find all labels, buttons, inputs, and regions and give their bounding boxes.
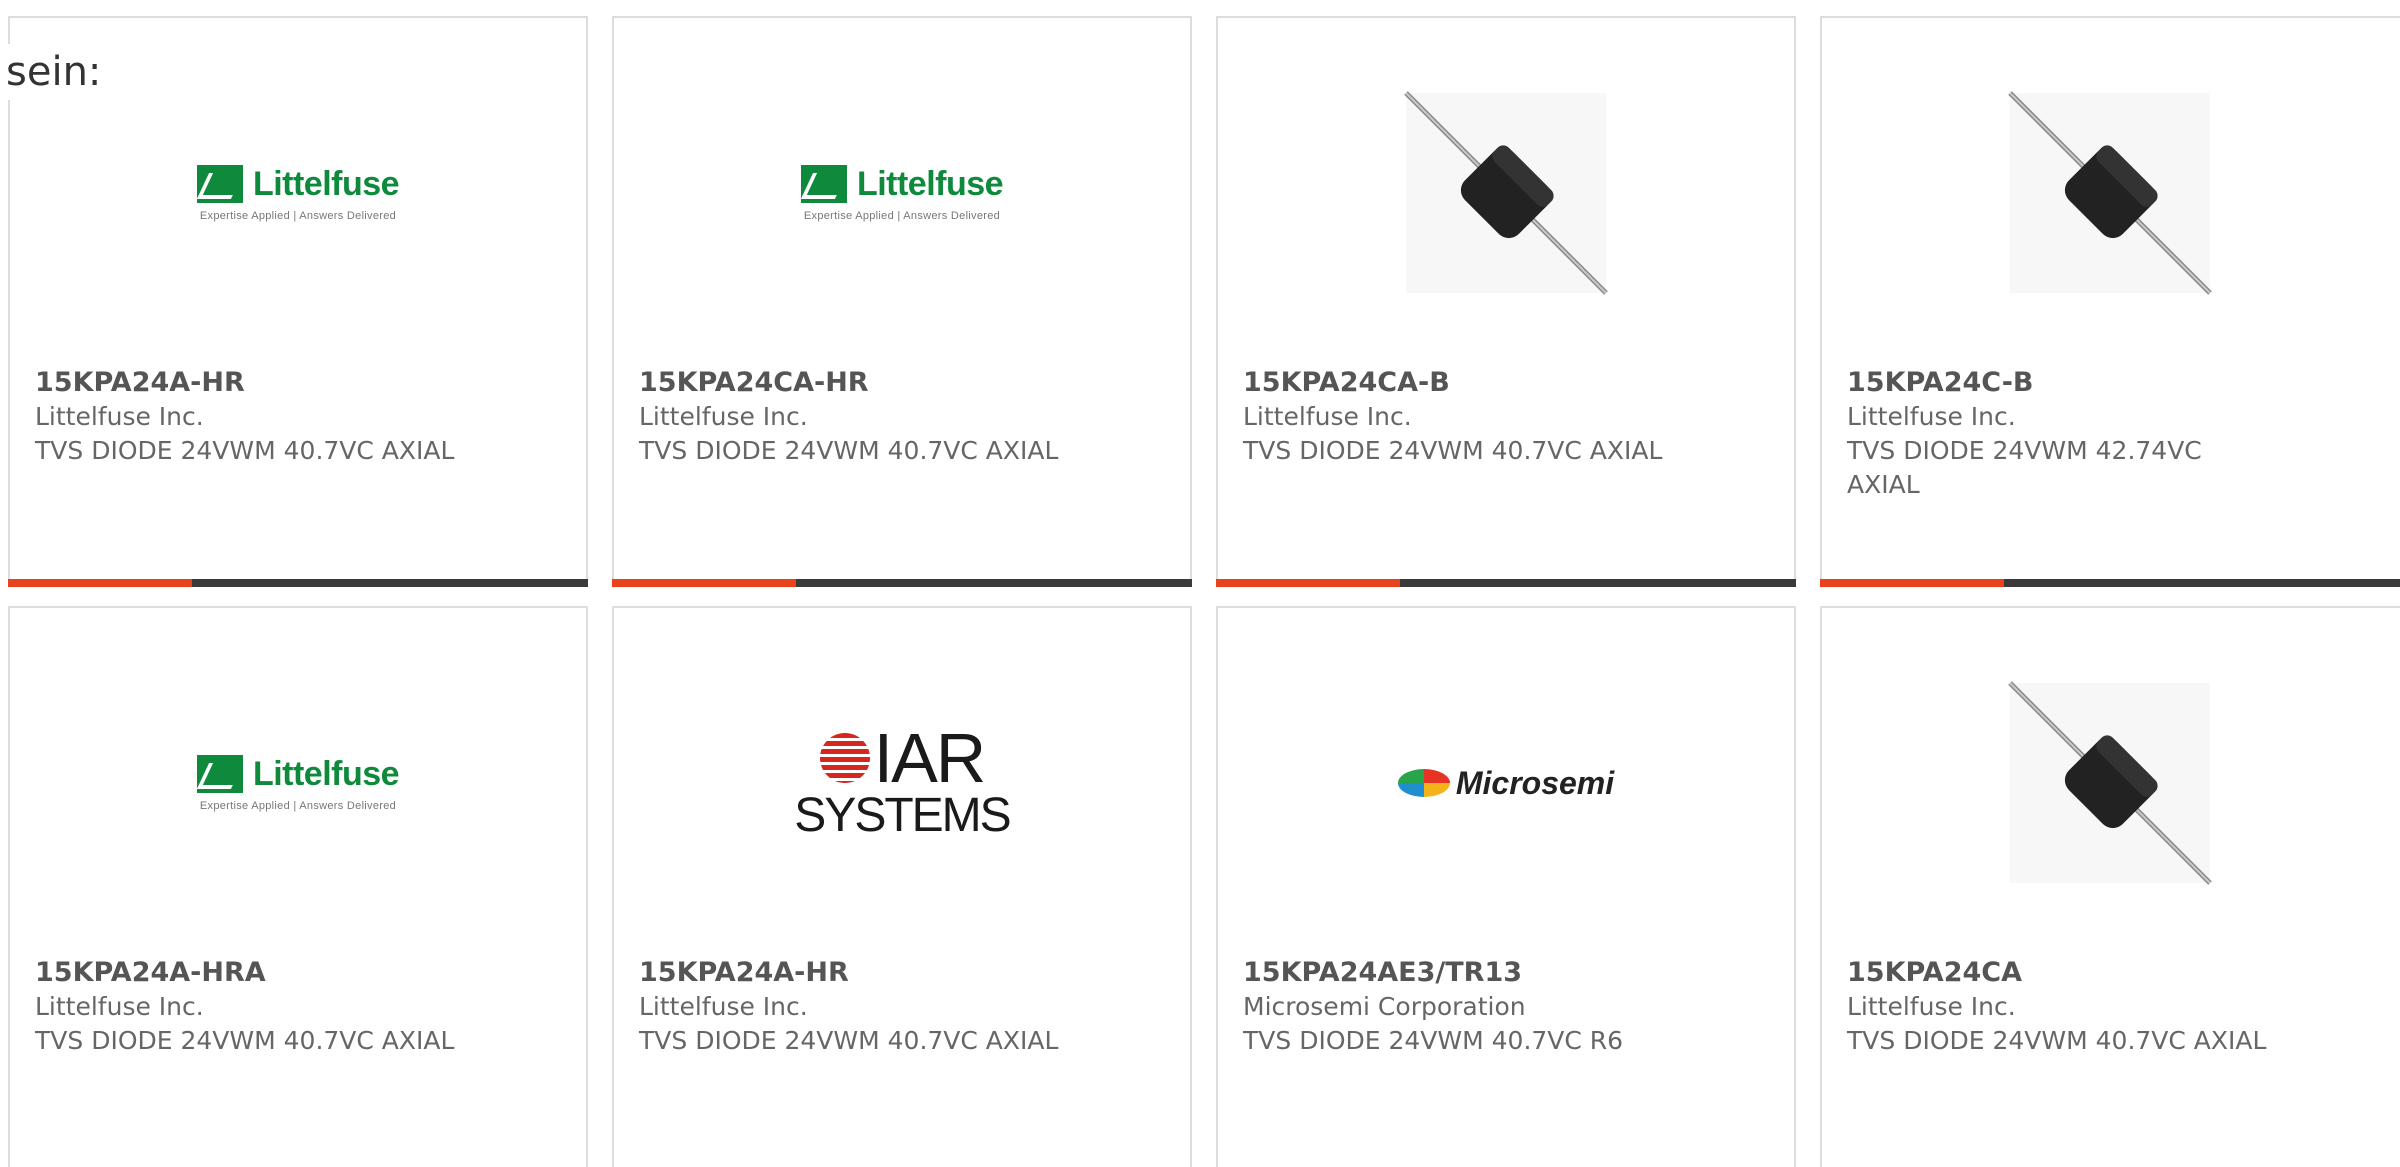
littelfuse-logo: Littelfuse Expertise Applied | Answers D… <box>196 755 400 812</box>
manufacturer: Littelfuse Inc. <box>1847 402 2016 431</box>
product-image[interactable]: Microsemi <box>1218 658 1794 908</box>
part-number-link[interactable]: 15KPA24C-B <box>1847 366 2277 400</box>
part-number-link[interactable]: 15KPA24CA-HR <box>639 366 1069 400</box>
card-bottom-bar <box>1820 579 2400 587</box>
manufacturer: Littelfuse Inc. <box>35 402 204 431</box>
card-bottom-bar <box>1216 579 1796 587</box>
iar-mark-icon <box>819 733 870 783</box>
product-image[interactable] <box>1822 68 2398 318</box>
part-number-link[interactable]: 15KPA24CA-B <box>1243 366 1673 400</box>
axial-diode-image <box>1404 91 1608 295</box>
microsemi-swirl-icon <box>1397 769 1450 797</box>
description: TVS DIODE 24VWM 40.7VC AXIAL <box>639 1026 1059 1055</box>
manufacturer: Littelfuse Inc. <box>1243 402 1412 431</box>
description: TVS DIODE 24VWM 40.7VC AXIAL <box>35 436 455 465</box>
littelfuse-logo: Littelfuse Expertise Applied | Answers D… <box>196 165 400 222</box>
product-image[interactable] <box>1218 68 1794 318</box>
product-card[interactable]: IAR SYSTEMS 15KPA24A-HR Littelfuse Inc. … <box>612 606 1192 1167</box>
product-card[interactable]: Littelfuse Expertise Applied | Answers D… <box>8 606 588 1167</box>
product-card[interactable]: 15KPA24C-B Littelfuse Inc. TVS DIODE 24V… <box>1820 16 2400 587</box>
part-number-link[interactable]: 15KPA24CA <box>1847 956 2277 990</box>
part-number-link[interactable]: 15KPA24A-HRA <box>35 956 465 990</box>
product-image[interactable]: Littelfuse Expertise Applied | Answers D… <box>10 658 586 908</box>
card-accent-bar <box>1820 579 2004 587</box>
part-number-link[interactable]: 15KPA24A-HR <box>35 366 465 400</box>
product-image[interactable] <box>1822 658 2398 908</box>
manufacturer: Littelfuse Inc. <box>1847 992 2016 1021</box>
part-number-link[interactable]: 15KPA24AE3/TR13 <box>1243 956 1673 990</box>
littelfuse-mark-icon <box>800 165 847 203</box>
card-bottom-bar <box>8 579 588 587</box>
product-image[interactable]: IAR SYSTEMS <box>614 658 1190 908</box>
description: TVS DIODE 24VWM 40.7VC AXIAL <box>1243 436 1663 465</box>
manufacturer: Littelfuse Inc. <box>35 992 204 1021</box>
description: TVS DIODE 24VWM 40.7VC AXIAL <box>1847 1026 2267 1055</box>
product-card[interactable]: Littelfuse Expertise Applied | Answers D… <box>8 16 588 587</box>
card-accent-bar <box>1216 579 1400 587</box>
part-number-link[interactable]: 15KPA24A-HR <box>639 956 1069 990</box>
description: TVS DIODE 24VWM 40.7VC AXIAL <box>639 436 1059 465</box>
manufacturer: Microsemi Corporation <box>1243 992 1526 1021</box>
description: TVS DIODE 24VWM 40.7VC R6 <box>1243 1026 1624 1055</box>
littelfuse-logo: Littelfuse Expertise Applied | Answers D… <box>800 165 1004 222</box>
product-card[interactable]: Microsemi 15KPA24AE3/TR13 Microsemi Corp… <box>1216 606 1796 1167</box>
intro-text: sein: <box>6 44 102 100</box>
card-accent-bar <box>612 579 796 587</box>
description: TVS DIODE 24VWM 40.7VC AXIAL <box>35 1026 455 1055</box>
product-card[interactable]: 15KPA24CA Littelfuse Inc. TVS DIODE 24VW… <box>1820 606 2400 1167</box>
product-card[interactable]: Littelfuse Expertise Applied | Answers D… <box>612 16 1192 587</box>
product-card[interactable]: 15KPA24CA-B Littelfuse Inc. TVS DIODE 24… <box>1216 16 1796 587</box>
axial-diode-image <box>2008 681 2212 885</box>
card-bottom-bar <box>612 579 1192 587</box>
iar-systems-logo: IAR SYSTEMS <box>794 719 1011 842</box>
description: TVS DIODE 24VWM 42.74VC AXIAL <box>1847 436 2202 499</box>
microsemi-logo: Microsemi <box>1397 765 1614 802</box>
manufacturer: Littelfuse Inc. <box>639 992 808 1021</box>
product-image[interactable]: Littelfuse Expertise Applied | Answers D… <box>10 68 586 318</box>
littelfuse-mark-icon <box>196 755 243 793</box>
manufacturer: Littelfuse Inc. <box>639 402 808 431</box>
axial-diode-image <box>2008 91 2212 295</box>
card-accent-bar <box>8 579 192 587</box>
product-image[interactable]: Littelfuse Expertise Applied | Answers D… <box>614 68 1190 318</box>
littelfuse-mark-icon <box>196 165 243 203</box>
